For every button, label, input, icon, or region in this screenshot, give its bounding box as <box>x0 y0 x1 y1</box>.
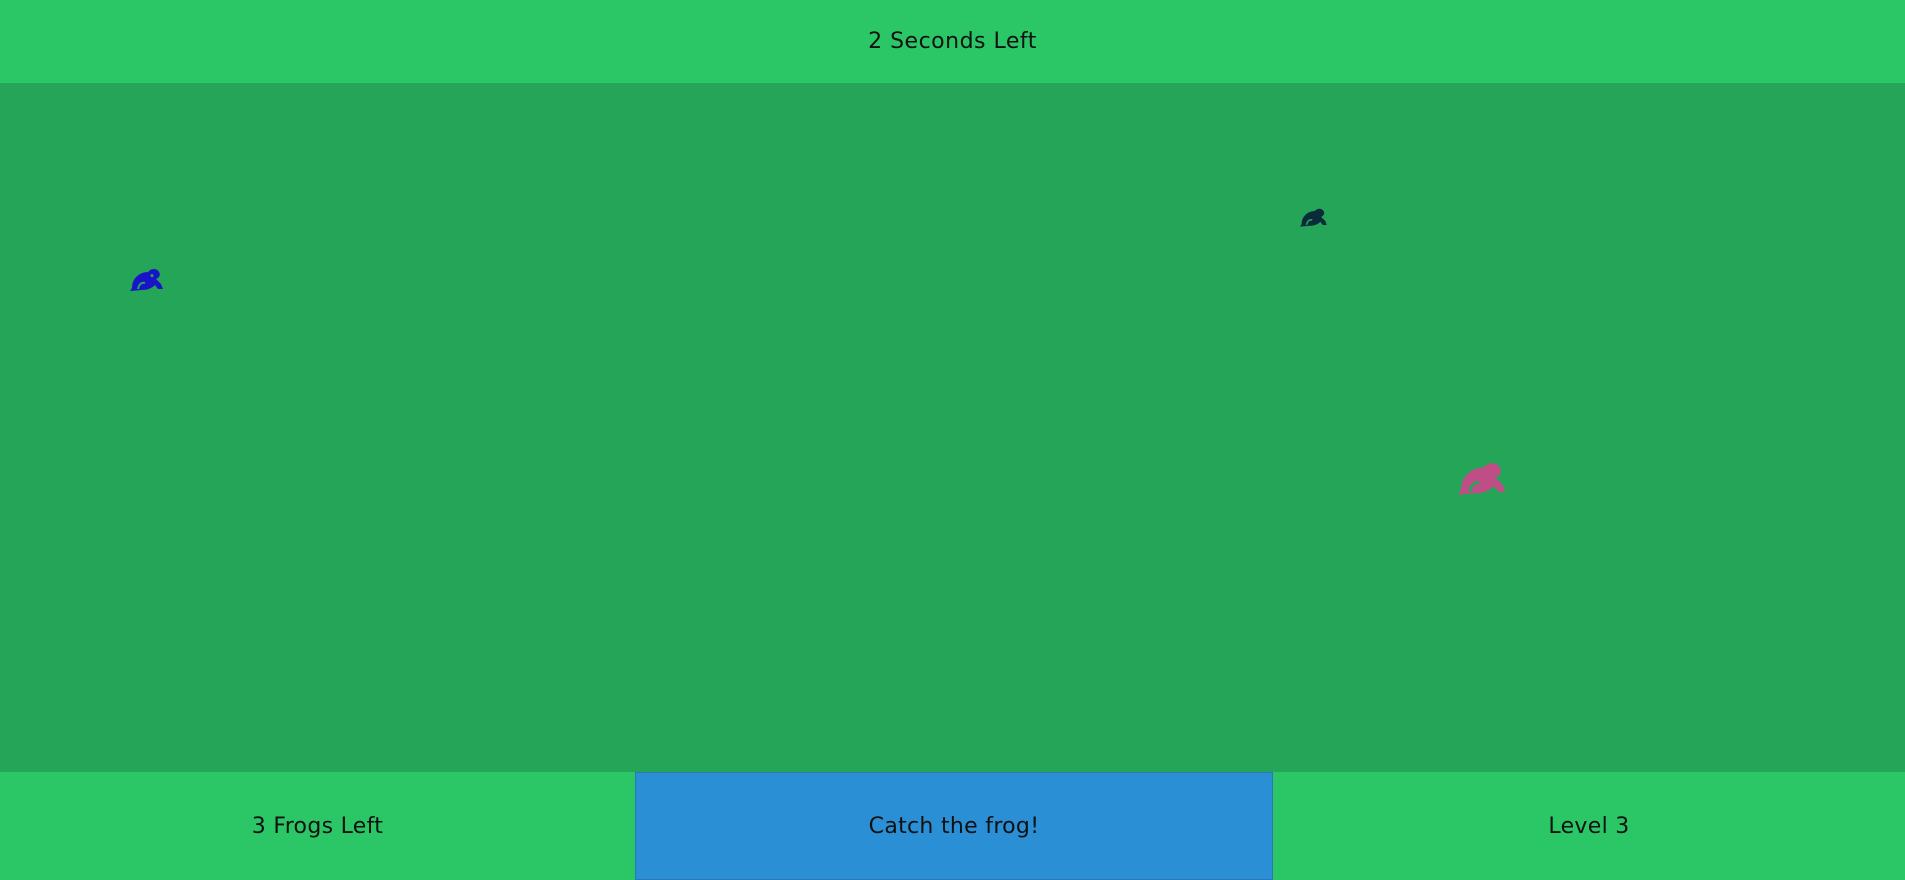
frogs-left-text: 3 Frogs Left <box>251 813 384 839</box>
frog-icon[interactable] <box>1298 203 1328 229</box>
timer-text: 2 Seconds Left <box>868 29 1037 54</box>
level-panel: Level 3 <box>1273 772 1905 880</box>
catch-frog-button[interactable]: Catch the frog! <box>635 772 1273 880</box>
timer-bar: 2 Seconds Left <box>0 0 1905 83</box>
frogs-left-panel: 3 Frogs Left <box>0 772 635 880</box>
frog-icon[interactable] <box>1454 453 1508 499</box>
pond-field[interactable] <box>0 83 1905 772</box>
frog-icon[interactable] <box>128 262 164 294</box>
level-text: Level 3 <box>1548 813 1630 839</box>
catch-frog-label: Catch the frog! <box>868 813 1040 839</box>
status-bar: 3 Frogs Left Catch the frog! Level 3 <box>0 772 1905 880</box>
